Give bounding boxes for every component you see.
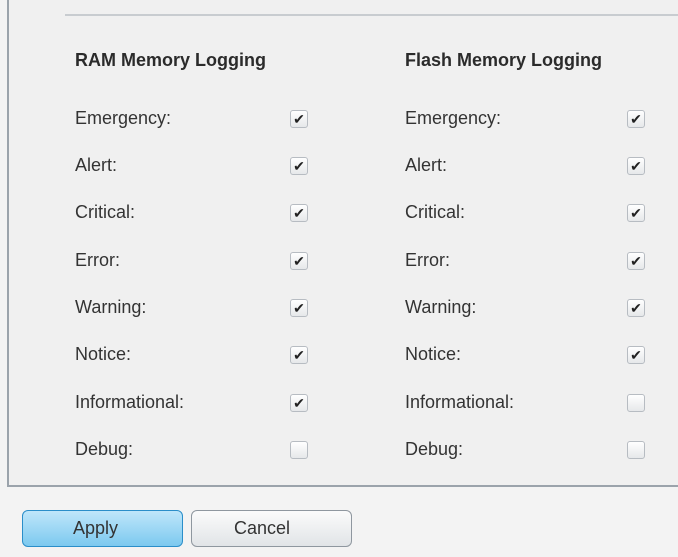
ram-emergency-label: Emergency: (75, 108, 172, 128)
flash-error-label: Error: (405, 250, 450, 270)
apply-button[interactable]: Apply (22, 510, 183, 547)
flash-warning-checkbox[interactable]: ✔ (627, 299, 645, 317)
ram-error-checkbox[interactable]: ✔ (290, 252, 308, 270)
logging-settings-panel (7, 0, 678, 487)
flash-critical-checkbox[interactable]: ✔ (627, 204, 645, 222)
flash-emergency-label: Emergency: (405, 108, 502, 128)
flash-emergency-checkbox[interactable]: ✔ (627, 110, 645, 128)
checkmark-icon: ✔ (293, 395, 305, 411)
flash-alert-checkbox[interactable]: ✔ (627, 157, 645, 175)
ram-critical-label: Critical: (75, 202, 136, 222)
checkmark-icon: ✔ (630, 111, 642, 127)
flash-critical-label: Critical: (405, 202, 466, 222)
ram-memory-logging-heading: RAM Memory Logging (75, 50, 266, 70)
checkmark-icon: ✔ (293, 347, 305, 363)
checkmark-icon: ✔ (630, 158, 642, 174)
ram-warning-checkbox[interactable]: ✔ (290, 299, 308, 317)
flash-notice-checkbox[interactable]: ✔ (627, 346, 645, 364)
checkmark-icon: ✔ (630, 347, 642, 363)
flash-notice-label: Notice: (405, 344, 462, 364)
checkmark-icon: ✔ (293, 158, 305, 174)
flash-warning-label: Warning: (405, 297, 477, 317)
ram-notice-checkbox[interactable]: ✔ (290, 346, 308, 364)
flash-debug-checkbox[interactable] (627, 441, 645, 459)
ram-informational-label: Informational: (75, 392, 185, 412)
ram-debug-label: Debug: (75, 439, 134, 459)
checkmark-icon: ✔ (630, 205, 642, 221)
section-divider (65, 14, 678, 16)
flash-memory-logging-heading: Flash Memory Logging (405, 50, 603, 70)
checkmark-icon: ✔ (630, 300, 642, 316)
ram-error-label: Error: (75, 250, 120, 270)
ram-emergency-checkbox[interactable]: ✔ (290, 110, 308, 128)
ram-warning-label: Warning: (75, 297, 147, 317)
flash-debug-label: Debug: (405, 439, 464, 459)
checkmark-icon: ✔ (293, 253, 305, 269)
flash-alert-label: Alert: (405, 155, 448, 175)
flash-informational-label: Informational: (405, 392, 515, 412)
ram-alert-label: Alert: (75, 155, 118, 175)
checkmark-icon: ✔ (630, 253, 642, 269)
cancel-button[interactable]: Cancel (191, 510, 352, 547)
ram-notice-label: Notice: (75, 344, 132, 364)
ram-debug-checkbox[interactable] (290, 441, 308, 459)
flash-informational-checkbox[interactable] (627, 394, 645, 412)
checkmark-icon: ✔ (293, 300, 305, 316)
checkmark-icon: ✔ (293, 111, 305, 127)
ram-alert-checkbox[interactable]: ✔ (290, 157, 308, 175)
ram-critical-checkbox[interactable]: ✔ (290, 204, 308, 222)
checkmark-icon: ✔ (293, 205, 305, 221)
ram-informational-checkbox[interactable]: ✔ (290, 394, 308, 412)
flash-error-checkbox[interactable]: ✔ (627, 252, 645, 270)
